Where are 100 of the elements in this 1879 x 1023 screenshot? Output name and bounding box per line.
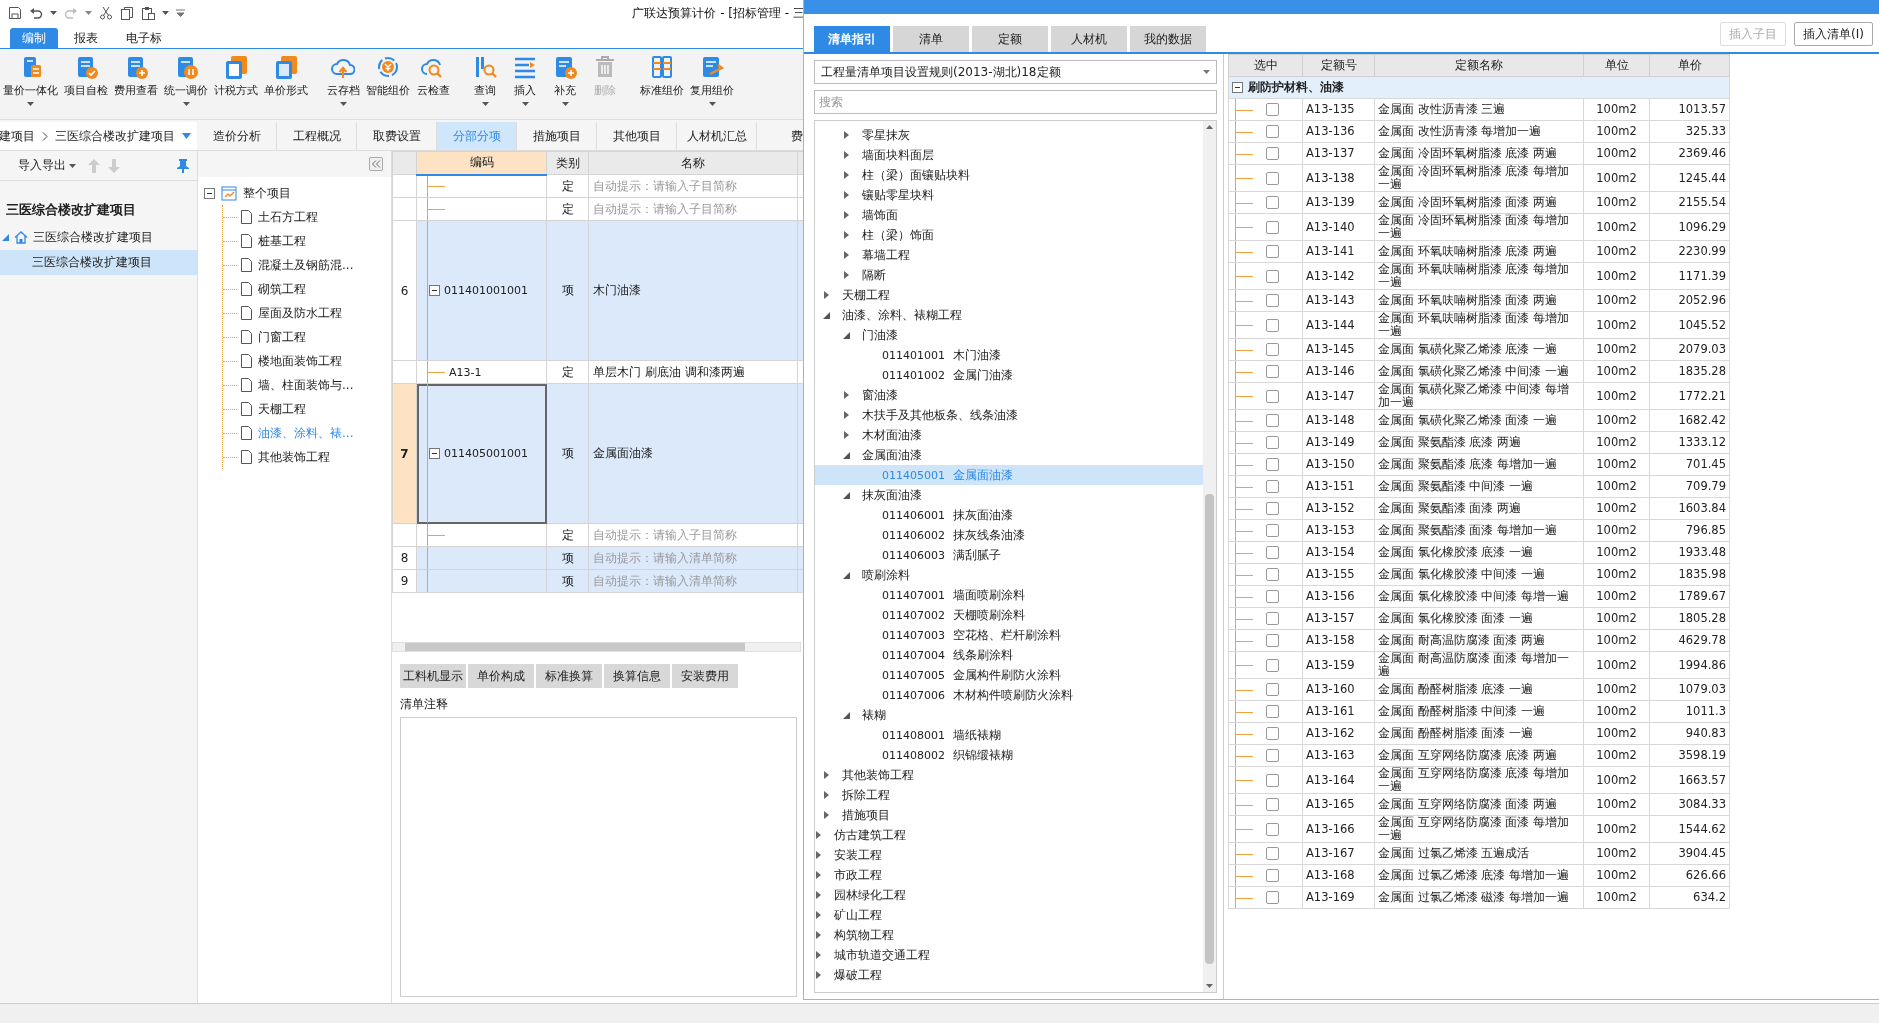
tree-item[interactable]: 011407005 金属构件刷防火涂料 (815, 665, 1203, 685)
checkbox[interactable] (1266, 822, 1279, 836)
checkbox[interactable] (1266, 634, 1279, 647)
detail-tab[interactable]: 安装费用 (672, 664, 738, 688)
import-export-button[interactable]: 导入导出 (6, 157, 80, 174)
checkbox[interactable] (1266, 125, 1279, 138)
ribbon-button[interactable]: 费用查看 (111, 53, 161, 119)
checkbox[interactable] (1266, 480, 1279, 493)
tree-item[interactable]: 011407006 木材构件喷刷防火涂料 (815, 685, 1203, 705)
tree-item[interactable]: 窗油漆 (815, 385, 1203, 405)
tree-item[interactable]: 抹灰面油漆 (815, 485, 1203, 505)
library-dropdown[interactable]: 工程量清单项目设置规则(2013-湖北)18定额 (814, 60, 1217, 84)
section-tree-item[interactable]: 门窗工程 (223, 325, 391, 349)
tree-item[interactable]: 011407001 墙面喷刷涂料 (815, 585, 1203, 605)
tree-item[interactable]: 011406003 满刮腻子 (815, 545, 1203, 565)
checkbox[interactable] (1266, 294, 1279, 307)
tree-item[interactable]: 措施项目 (815, 805, 1203, 825)
dialog-button[interactable]: 插入清单(I) (1794, 22, 1873, 46)
tree-item[interactable]: 安装工程 (815, 845, 1203, 865)
checkbox[interactable] (1266, 683, 1279, 696)
tree-item[interactable]: 木扶手及其他板条、线条油漆 (815, 405, 1203, 425)
checkbox[interactable] (1266, 612, 1279, 625)
tree-item[interactable]: 其他装饰工程 (815, 765, 1203, 785)
column-header[interactable]: 定额号 (1302, 54, 1375, 77)
collapse-panel-button[interactable] (369, 157, 383, 171)
tree-item[interactable]: 隔断 (815, 265, 1203, 285)
checkbox[interactable] (1266, 869, 1279, 882)
ribbon-button[interactable]: 单价形式 (261, 53, 311, 119)
checkbox[interactable] (1266, 847, 1279, 860)
ribbon-tab[interactable]: 报表 (62, 28, 110, 48)
project-tree-item[interactable]: 三医综合楼改扩建项目 (0, 225, 197, 250)
ribbon-button[interactable]: 复用组价 (687, 53, 737, 119)
ribbon-button[interactable]: 计税方式 (211, 53, 261, 119)
column-header[interactable]: 名称 (588, 151, 798, 175)
detail-tab[interactable]: 单价构成 (468, 664, 534, 688)
tree-item[interactable]: 011401001 木门油漆 (815, 345, 1203, 365)
tree-item[interactable]: 木材面油漆 (815, 425, 1203, 445)
ribbon-button[interactable]: 项目自检 (61, 53, 111, 119)
checkbox[interactable] (1266, 568, 1279, 581)
tree-item[interactable]: 门油漆 (815, 325, 1203, 345)
tree-item[interactable]: 011408001 墙纸裱糊 (815, 725, 1203, 745)
tree-item[interactable]: 油漆、涂料、裱糊工程 (815, 305, 1203, 325)
checkbox[interactable] (1266, 727, 1279, 740)
tree-item[interactable]: 011407003 空花格、栏杆刷涂料 (815, 625, 1203, 645)
tree-item[interactable]: 011406002 抹灰线条油漆 (815, 525, 1203, 545)
checkbox[interactable] (1266, 773, 1279, 787)
dialog-tab[interactable]: 清单指引 (814, 26, 890, 52)
checkbox[interactable] (1266, 749, 1279, 762)
checkbox[interactable] (1266, 343, 1279, 356)
section-tree-item[interactable]: 墙、柱面装饰与... (223, 373, 391, 397)
checkbox[interactable] (1266, 546, 1279, 559)
tree-item[interactable]: 矿山工程 (815, 905, 1203, 925)
tree-item[interactable]: 城市轨道交通工程 (815, 945, 1203, 965)
column-header[interactable]: 编码 (416, 151, 547, 175)
tree-item[interactable]: 爆破工程 (815, 965, 1203, 985)
column-header[interactable]: 定额名称 (1374, 54, 1584, 77)
ribbon-button[interactable]: 补充 (545, 53, 585, 119)
section-tree-item[interactable]: 土石方工程 (223, 205, 391, 229)
search-field[interactable]: 搜索 (814, 90, 1217, 114)
ribbon-tab[interactable]: 编制 (10, 28, 58, 48)
section-tree-item[interactable]: 天棚工程 (223, 397, 391, 421)
project-tree-item[interactable]: 三医综合楼改扩建项目 (0, 250, 197, 275)
tree-item[interactable]: 墙饰面 (815, 205, 1203, 225)
column-header[interactable]: 选中 (1228, 54, 1303, 77)
section-tree-item[interactable]: 整个项目 (198, 181, 391, 205)
scrollbar[interactable] (1203, 121, 1216, 992)
checkbox[interactable] (1266, 524, 1279, 537)
tree-item[interactable]: 市政工程 (815, 865, 1203, 885)
column-header[interactable]: 单位 (1583, 54, 1650, 77)
tree-item[interactable]: 拆除工程 (815, 785, 1203, 805)
checkbox[interactable] (1266, 318, 1279, 332)
column-header[interactable]: 类别 (546, 151, 589, 175)
tree-item[interactable]: 柱（梁）饰面 (815, 225, 1203, 245)
tree-item[interactable]: 镶贴零星块料 (815, 185, 1203, 205)
checkbox[interactable] (1266, 705, 1279, 718)
dialog-tab[interactable]: 我的数据 (1130, 26, 1206, 52)
scrollbar[interactable] (392, 642, 801, 652)
checkbox[interactable] (1266, 502, 1279, 515)
checkbox[interactable] (1266, 196, 1279, 209)
checkbox[interactable] (1266, 658, 1279, 672)
ribbon-button[interactable]: 云检查 (413, 53, 453, 119)
checkbox[interactable] (1266, 147, 1279, 160)
checkbox[interactable] (1266, 269, 1279, 283)
tree-item[interactable]: 幕墙工程 (815, 245, 1203, 265)
ribbon-button[interactable]: 统一调价 (161, 53, 211, 119)
section-tree-item[interactable]: 砌筑工程 (223, 277, 391, 301)
tree-item[interactable]: 金属面油漆 (815, 445, 1203, 465)
tree-item[interactable]: 构筑物工程 (815, 925, 1203, 945)
ribbon-button[interactable]: 插入 (505, 53, 545, 119)
tree-item[interactable]: 011408002 织锦缎裱糊 (815, 745, 1203, 765)
tree-item[interactable]: 喷刷涂料 (815, 565, 1203, 585)
tree-item[interactable]: 011407004 线条刷涂料 (815, 645, 1203, 665)
checkbox[interactable] (1266, 103, 1279, 116)
tree-item[interactable]: 011401002 金属门油漆 (815, 365, 1203, 385)
checkbox[interactable] (1266, 365, 1279, 378)
tree-item[interactable]: 011407002 天棚喷刷涂料 (815, 605, 1203, 625)
tree-item[interactable]: 零星抹灰 (815, 125, 1203, 145)
checkbox[interactable] (1266, 245, 1279, 258)
checkbox[interactable] (1266, 171, 1279, 185)
checkbox[interactable] (1266, 891, 1279, 904)
